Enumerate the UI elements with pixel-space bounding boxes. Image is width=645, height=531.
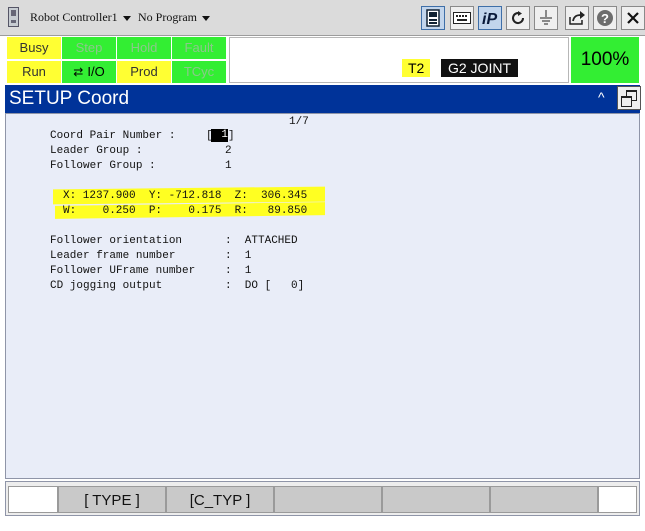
led-step: Step	[62, 37, 116, 59]
led-busy: Busy	[7, 37, 61, 59]
led-run: Run	[7, 61, 61, 83]
led-hold-label: Hold	[130, 40, 158, 55]
mode-badge: T2	[402, 59, 431, 77]
share-icon	[569, 11, 585, 25]
fkey-next[interactable]	[598, 486, 637, 513]
restore-window-button[interactable]	[617, 86, 641, 110]
keyboard-icon	[453, 12, 471, 24]
chevron-down-icon	[122, 15, 131, 21]
leader-frame-label: Leader frame number	[50, 250, 176, 262]
led-io: ⇄ I/O	[62, 61, 116, 83]
fkey-f3[interactable]	[274, 486, 382, 513]
led-fault-label: Fault	[184, 40, 214, 55]
tp-icon	[426, 9, 440, 27]
leader-group-label: Leader Group :	[50, 145, 143, 157]
keyboard-button[interactable]	[450, 6, 474, 30]
io-arrows-icon: ⇄	[73, 65, 84, 79]
ground-icon	[540, 10, 552, 25]
caret-up-icon[interactable]: ^	[598, 89, 605, 105]
override-indicator[interactable]: 100%	[571, 37, 639, 83]
restore-icon-front	[621, 96, 632, 107]
leader-group-value[interactable]: 2	[225, 145, 232, 157]
function-key-bar: [ TYPE ] [C_TYP ]	[5, 481, 640, 516]
follower-group-label: Follower Group :	[50, 160, 156, 172]
controller-dropdown[interactable]: Robot Controller1	[30, 10, 131, 25]
window-title-bar: SETUP Coord ^	[5, 85, 641, 113]
controller-dropdown-label: Robot Controller1	[30, 10, 118, 24]
refresh-button[interactable]	[506, 6, 530, 30]
share-button[interactable]	[565, 6, 589, 30]
ground-button[interactable]	[534, 6, 558, 30]
coord-pair-value[interactable]: 1	[211, 129, 228, 142]
follower-orientation-value[interactable]: : ATTACHED	[225, 235, 298, 247]
close-icon	[627, 12, 639, 24]
led-run-label: Run	[22, 64, 46, 79]
follower-uframe-value[interactable]: : 1	[225, 265, 251, 277]
program-dropdown[interactable]: No Program	[138, 10, 210, 25]
ip-icon: iP	[482, 11, 497, 27]
follower-orientation-label: Follower orientation	[50, 235, 183, 247]
help-icon: ?	[597, 10, 613, 26]
position-xyz: X: 1237.900 Y: -712.818 Z: 306.345	[63, 190, 308, 202]
setup-coord-screen: 1/7 Coord Pair Number : [ 1 ] Leader Gro…	[5, 113, 640, 479]
svg-text:?: ?	[601, 11, 609, 26]
led-prod-label: Prod	[130, 64, 158, 79]
prompt-panel	[229, 37, 569, 83]
tp-button[interactable]	[421, 6, 445, 30]
follower-uframe-label: Follower UFrame number	[50, 265, 196, 277]
window-title: SETUP Coord	[9, 88, 130, 109]
svg-text:iP: iP	[482, 11, 497, 27]
title-bar: Robot Controller1 No Program iP ?	[0, 0, 645, 36]
led-io-label: I/O	[87, 64, 105, 79]
leader-frame-value[interactable]: : 1	[225, 250, 251, 262]
refresh-icon	[512, 11, 525, 25]
led-step-label: Step	[75, 40, 103, 55]
led-busy-label: Busy	[19, 40, 49, 55]
fkey-f4[interactable]	[382, 486, 490, 513]
help-button[interactable]: ?	[593, 6, 617, 30]
page-indicator: 1/7	[289, 116, 309, 128]
led-prod: Prod	[117, 61, 171, 83]
fkey-prev[interactable]	[8, 486, 58, 513]
cd-jogging-value[interactable]: : DO [ 0]	[225, 280, 304, 292]
led-tcyc-label: TCyc	[183, 64, 215, 79]
bracket-close: ]	[228, 130, 235, 142]
program-dropdown-label: No Program	[138, 10, 197, 24]
cd-jogging-label: CD jogging output	[50, 280, 163, 292]
close-button[interactable]	[621, 6, 645, 30]
teach-pendant-icon	[8, 7, 19, 27]
fkey-f5[interactable]	[490, 486, 598, 513]
coord-pair-label: Coord Pair Number :	[50, 130, 176, 142]
status-indicators: Busy Step Hold Fault Run ⇄ I/O Prod TCyc	[7, 37, 226, 83]
led-fault: Fault	[172, 37, 226, 59]
group-coord-badge[interactable]: G2 JOINT	[441, 59, 518, 77]
led-tcyc: TCyc	[172, 61, 226, 83]
fkey-f2-ctyp[interactable]: [C_TYP ]	[166, 486, 274, 513]
ip-button[interactable]: iP	[478, 6, 502, 30]
position-wpr: W: 0.250 P: 0.175 R: 89.850	[63, 205, 308, 217]
fkey-f1-type[interactable]: [ TYPE ]	[58, 486, 166, 513]
led-hold: Hold	[117, 37, 171, 59]
chevron-down-icon	[202, 15, 210, 21]
follower-group-value[interactable]: 1	[225, 160, 232, 172]
